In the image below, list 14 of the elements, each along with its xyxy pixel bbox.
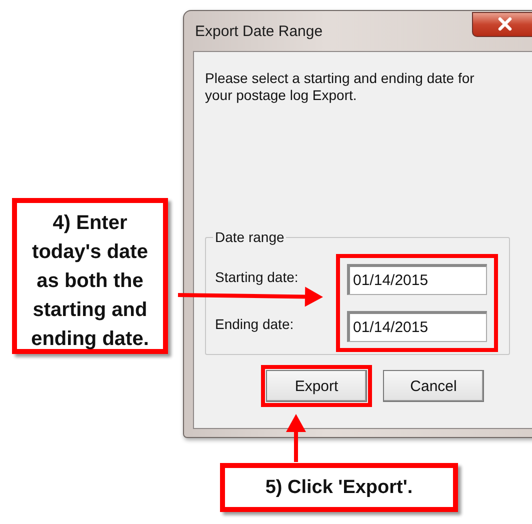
close-icon	[497, 17, 513, 31]
window-title: Export Date Range	[194, 22, 323, 40]
field-label: Starting date:	[215, 269, 300, 285]
arrow	[286, 414, 306, 462]
callout-box: 4) Enter today's date as both the starting and ending date.	[12, 198, 168, 354]
date-field[interactable]: 01/14/2015	[347, 311, 487, 342]
dialog-button[interactable]: Export	[266, 370, 367, 402]
date-field[interactable]: 01/14/2015	[347, 264, 487, 295]
group-label: Date range	[213, 229, 286, 245]
field-label: Ending date:	[215, 316, 295, 332]
callout-box: 5) Click 'Export'.	[220, 463, 458, 512]
dialog-button[interactable]: Cancel	[383, 370, 484, 402]
instruction-text: Please select a starting and ending date for your postage log Export.	[205, 70, 475, 104]
close-button[interactable]	[472, 12, 532, 36]
